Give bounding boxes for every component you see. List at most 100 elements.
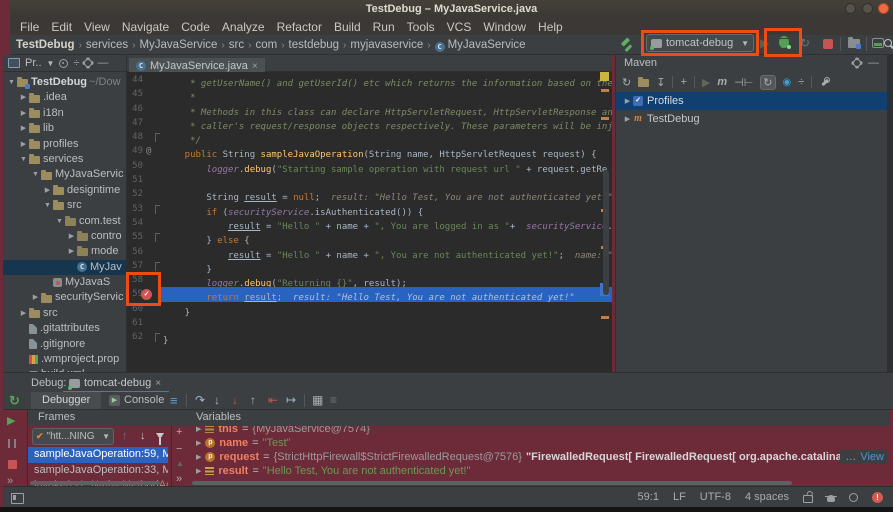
tree-item[interactable]: ▼TestDebug ~/Dow bbox=[3, 75, 126, 90]
menu-file[interactable]: File bbox=[14, 19, 45, 36]
tree-item[interactable]: ▶src bbox=[3, 306, 126, 321]
force-step-into-icon[interactable]: ↓ bbox=[232, 392, 238, 409]
notification-error-icon[interactable]: ! bbox=[872, 492, 883, 503]
code-line-59[interactable]: 59 return result; result: "Hello Test, Y… bbox=[127, 287, 612, 301]
breadcrumb-item[interactable]: testdebug bbox=[289, 35, 340, 55]
menu-view[interactable]: View bbox=[78, 19, 116, 36]
menu-analyze[interactable]: Analyze bbox=[216, 19, 271, 36]
tree-item[interactable]: ▶designtime bbox=[3, 183, 126, 198]
tree-item[interactable]: ▶i18n bbox=[3, 106, 126, 121]
code-line-56[interactable]: 56 result = "Hello " + name + ", You are… bbox=[127, 245, 612, 259]
chevron-down-icon[interactable]: ▼ bbox=[47, 59, 55, 68]
collapse-all-icon[interactable]: ÷ bbox=[73, 57, 79, 69]
settings-menu-icon[interactable]: ≡ bbox=[330, 392, 337, 409]
add-icon[interactable]: + bbox=[680, 76, 686, 88]
menu-refactor[interactable]: Refactor bbox=[271, 19, 328, 36]
fold-marker[interactable] bbox=[155, 205, 160, 214]
code-line-49[interactable]: 49@ public String sampleJavaOperation(St… bbox=[127, 144, 612, 158]
thread-selector[interactable]: ✔ "htt...NING ▼ bbox=[32, 428, 114, 445]
code-editor[interactable]: 44 * getUserName() and getUserId() etc w… bbox=[127, 72, 612, 372]
toolwindow-toggle-icon[interactable] bbox=[11, 493, 24, 504]
run-maven-icon[interactable]: ▶ bbox=[702, 76, 710, 89]
close-button[interactable] bbox=[878, 3, 889, 14]
step-over-icon[interactable]: ↷ bbox=[195, 392, 205, 409]
menu-run[interactable]: Run bbox=[367, 19, 401, 36]
frames-scrollbar[interactable] bbox=[30, 481, 160, 485]
breadcrumb-item[interactable]: services bbox=[86, 35, 128, 55]
gear-icon[interactable] bbox=[84, 59, 92, 67]
project-toolwindow-icon[interactable] bbox=[8, 58, 20, 68]
tree-item[interactable]: ▼com.test bbox=[3, 214, 126, 229]
fold-marker[interactable] bbox=[155, 333, 160, 342]
frame-up-icon[interactable]: ↑ bbox=[122, 430, 128, 442]
code-line-44[interactable]: 44 * getUserName() and getUserId() etc w… bbox=[127, 73, 612, 87]
menu-navigate[interactable]: Navigate bbox=[116, 19, 175, 36]
step-out-icon[interactable]: ↑ bbox=[250, 392, 256, 409]
variables-scrollbar[interactable] bbox=[192, 481, 792, 485]
code-line-62[interactable]: 62} bbox=[127, 330, 612, 344]
tree-item[interactable]: ▼MyJavaServic bbox=[3, 167, 126, 182]
code-line-48[interactable]: 48 */ bbox=[127, 130, 612, 144]
breadcrumb-item[interactable]: src bbox=[229, 35, 244, 55]
toolwindows-folder-icon[interactable] bbox=[848, 39, 860, 48]
breadcrumb-item[interactable]: com bbox=[255, 35, 277, 55]
menu-edit[interactable]: Edit bbox=[45, 19, 78, 36]
minimize-button[interactable] bbox=[845, 3, 856, 14]
menu-code[interactable]: Code bbox=[175, 19, 216, 36]
tab-console[interactable]: Console bbox=[124, 392, 164, 409]
menu-build[interactable]: Build bbox=[328, 19, 367, 36]
menu-tools[interactable]: Tools bbox=[401, 19, 441, 36]
code-line-55[interactable]: 55 } else { bbox=[127, 230, 612, 244]
tree-item[interactable]: MyJav bbox=[3, 260, 126, 275]
remove-watch-icon[interactable]: − bbox=[176, 443, 182, 455]
search-everywhere-icon[interactable] bbox=[884, 39, 892, 47]
hide-panel-icon[interactable]: — bbox=[97, 57, 108, 69]
code-line-61[interactable]: 61 bbox=[127, 316, 612, 330]
maven-scrollbar-track[interactable] bbox=[887, 55, 893, 372]
build-hammer-icon[interactable] bbox=[620, 39, 633, 52]
tree-item[interactable]: .gitignore bbox=[3, 337, 126, 352]
tab-debugger[interactable]: Debugger bbox=[31, 392, 101, 409]
menu-vcs[interactable]: VCS bbox=[441, 19, 478, 36]
rerun-icon[interactable]: ↻ bbox=[9, 392, 20, 409]
code-line-45[interactable]: 45 * bbox=[127, 87, 612, 101]
pause-icon[interactable] bbox=[8, 439, 16, 448]
tree-item[interactable]: MyJavaS bbox=[3, 275, 126, 290]
code-line-46[interactable]: 46 * Methods in this class can declare H… bbox=[127, 102, 612, 116]
offline-mode-icon[interactable]: ◉ bbox=[783, 77, 792, 88]
view-link[interactable]: View bbox=[860, 451, 884, 463]
drop-frame-icon[interactable]: ⇤ bbox=[268, 392, 278, 409]
evaluate-expression-icon[interactable]: ▦ bbox=[312, 392, 323, 409]
locate-file-icon[interactable] bbox=[59, 59, 68, 68]
hide-panel-icon[interactable]: — bbox=[868, 55, 879, 72]
variable-row[interactable]: ▶name="Test" bbox=[190, 436, 887, 450]
line-separator[interactable]: LF bbox=[673, 491, 686, 503]
stop-button[interactable] bbox=[823, 39, 833, 49]
breadcrumb-item[interactable]: MyJavaService bbox=[139, 35, 217, 55]
breadcrumb-item[interactable]: TestDebug bbox=[16, 35, 75, 55]
breadcrumb-item[interactable]: MyJavaService bbox=[448, 35, 526, 55]
tree-item[interactable]: ▼src bbox=[3, 198, 126, 213]
tree-item[interactable]: ▶securityServic bbox=[3, 290, 126, 305]
menu-window[interactable]: Window bbox=[477, 19, 532, 36]
gear-icon[interactable] bbox=[853, 59, 861, 67]
close-tab-icon[interactable]: × bbox=[155, 378, 161, 389]
background-tasks-icon[interactable] bbox=[849, 493, 858, 502]
code-line-57[interactable]: 57 } bbox=[127, 259, 612, 273]
fold-marker[interactable] bbox=[155, 262, 160, 271]
filter-funnel-icon[interactable] bbox=[156, 433, 164, 439]
variable-row[interactable]: ▶result="Hello Test, You are not authent… bbox=[190, 464, 887, 478]
maven-tree-item[interactable]: ▶Profiles bbox=[616, 92, 887, 110]
sync-folder-icon[interactable] bbox=[638, 78, 649, 87]
run-window-icon[interactable] bbox=[872, 38, 884, 48]
move-up-icon[interactable]: ▲ bbox=[176, 459, 184, 468]
tree-item[interactable]: ▶contro bbox=[3, 229, 126, 244]
fold-marker[interactable] bbox=[155, 233, 160, 242]
code-line-52[interactable]: 52 String result = null; result: "Hello … bbox=[127, 187, 612, 201]
editor-scrollbar[interactable] bbox=[603, 170, 609, 295]
refresh-icon[interactable]: ↻ bbox=[622, 76, 631, 89]
tree-item[interactable]: ▶mode bbox=[3, 244, 126, 259]
maven-goal-icon[interactable]: m bbox=[717, 76, 727, 88]
tree-item[interactable]: .wmproject.prop bbox=[3, 352, 126, 367]
collapse-all-icon[interactable]: ÷ bbox=[798, 76, 804, 88]
